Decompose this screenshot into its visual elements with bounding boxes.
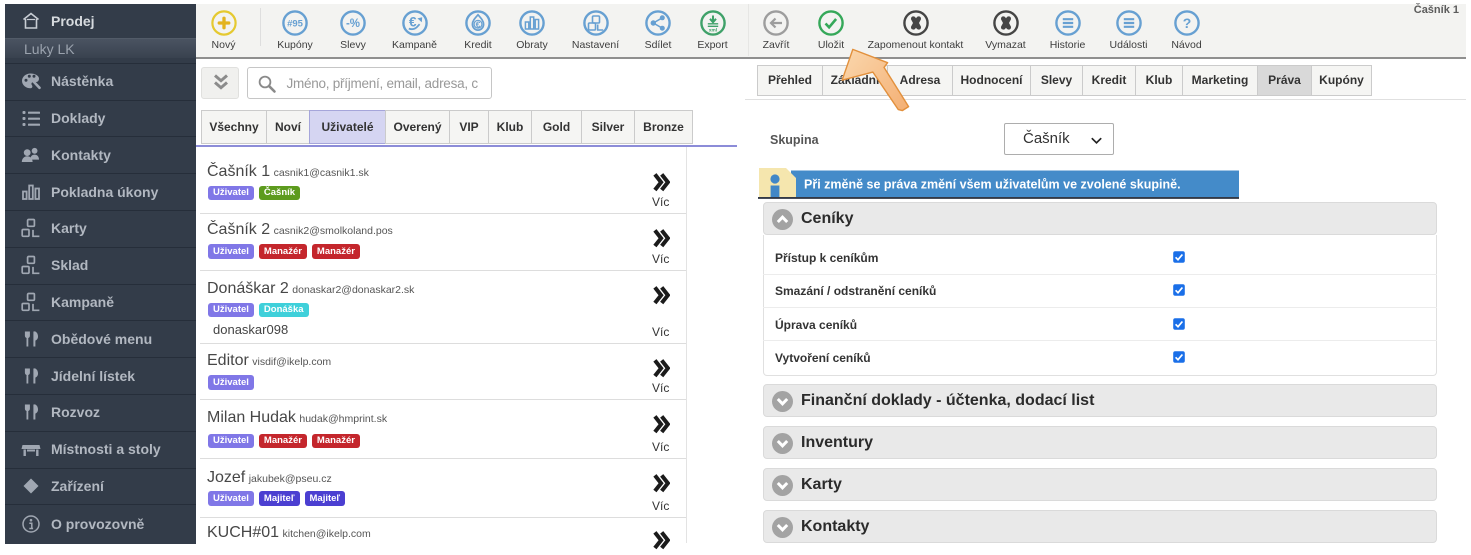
svg-text:?: ? [1182,15,1191,31]
svg-text:Při změně se práva změní všem: Při změně se práva změní všem uživatelům… [804,178,1181,192]
